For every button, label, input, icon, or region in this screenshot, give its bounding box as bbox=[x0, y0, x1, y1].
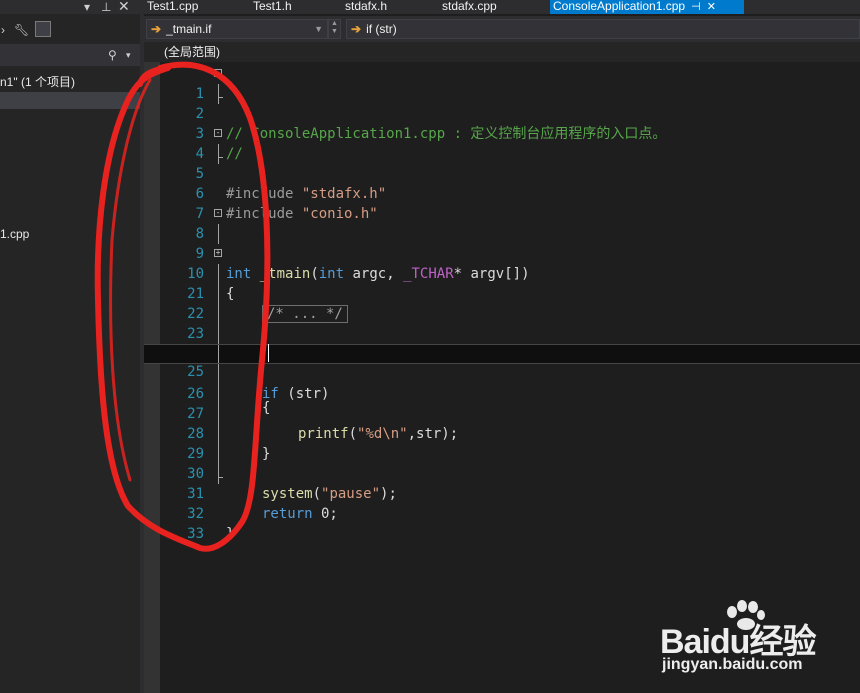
fold-guide bbox=[218, 464, 223, 484]
global-scope-label: (全局范围) bbox=[164, 45, 220, 59]
code-line[interactable]: 2 // bbox=[144, 84, 860, 162]
arrow-right-icon: ➔ bbox=[351, 22, 362, 36]
global-scope-bar[interactable]: (全局范围) bbox=[144, 42, 860, 62]
code-line-current[interactable]: 25 { bbox=[144, 344, 860, 416]
code-line[interactable]: 27 } bbox=[144, 384, 860, 462]
close-icon[interactable]: ✕ bbox=[118, 0, 130, 13]
close-icon[interactable]: ✕ bbox=[707, 1, 716, 13]
view-icon[interactable] bbox=[35, 21, 51, 37]
selected-tree-row[interactable] bbox=[0, 92, 140, 109]
scope-dropdown-value: if (str) bbox=[366, 22, 397, 36]
watermark-url: jingyan.baidu.com bbox=[662, 656, 803, 673]
code-line[interactable]: 8 int _tmain(int argc, _TCHAR* argv[]) bbox=[144, 204, 860, 282]
fold-guide bbox=[218, 384, 219, 404]
pin-icon[interactable]: ⊣ bbox=[691, 1, 701, 13]
tab-test1-h[interactable]: Test1.h bbox=[250, 0, 295, 14]
chevron-right-icon[interactable]: › bbox=[1, 23, 5, 37]
fold-guide bbox=[218, 404, 219, 424]
code-line[interactable]: 5 #include "conio.h" bbox=[144, 144, 860, 222]
arrow-right-icon: ➔ bbox=[151, 22, 162, 36]
wrench-icon[interactable]: 🔧︎ bbox=[14, 23, 29, 37]
code-line[interactable]: 32 bbox=[144, 484, 860, 522]
code-line[interactable]: 10 /* ... */ bbox=[144, 244, 860, 323]
code-line[interactable]: 30 return 0; bbox=[144, 444, 860, 522]
dropdown-spinner[interactable]: ▲ ▼ bbox=[328, 19, 341, 39]
navigation-bar: ➔ _tmain.if ▼ ▲ ▼ ➔ if (str) bbox=[144, 16, 860, 42]
code-line[interactable]: 21 bbox=[144, 264, 860, 302]
tab-consoleapplication1-cpp[interactable]: ConsoleApplication1.cpp ⊣ ✕ bbox=[550, 0, 744, 14]
collapse-icon[interactable] bbox=[214, 69, 222, 77]
fold-guide bbox=[218, 264, 219, 284]
solution-explorer-titlebar: ▾ ⊥ ✕ bbox=[0, 0, 140, 14]
solution-search-box[interactable]: ⚲ ▾ bbox=[0, 44, 140, 66]
code-line[interactable]: 6 bbox=[144, 164, 860, 202]
dropdown-icon[interactable]: ▾ bbox=[84, 0, 90, 14]
code-line[interactable]: 1 // ConsoleApplication1.cpp : 定义控制台应用程序… bbox=[144, 64, 860, 142]
baidu-watermark: Baidu经验 jingyan.baidu.com bbox=[660, 600, 860, 690]
tab-test1-cpp[interactable]: Test1.cpp bbox=[144, 0, 201, 14]
code-line[interactable]: 33 bbox=[144, 504, 860, 542]
code-line[interactable]: 22 int str = _getch(); bbox=[144, 284, 860, 362]
fold-guide bbox=[218, 424, 219, 444]
collapse-icon[interactable] bbox=[214, 129, 222, 137]
tab-label: stdafx.h bbox=[345, 0, 388, 13]
code-line[interactable]: 26 printf("%d\n",str); bbox=[144, 364, 860, 442]
chevron-down-icon: ▼ bbox=[314, 24, 323, 34]
tab-label: Test1.h bbox=[253, 0, 292, 13]
search-icon[interactable]: ⚲ bbox=[108, 48, 117, 62]
solution-explorer-toolbar: › 🔧︎ bbox=[0, 18, 140, 42]
code-line[interactable]: 4 #include "stdafx.h" bbox=[144, 124, 860, 202]
file-node[interactable]: 1.cpp bbox=[0, 227, 29, 241]
document-tabs: Test1.cpp Test1.h stdafx.h stdafx.cpp Co… bbox=[144, 0, 860, 14]
tab-stdafx-cpp[interactable]: stdafx.cpp bbox=[439, 0, 500, 14]
text-caret bbox=[268, 344, 269, 362]
code-text: } bbox=[226, 526, 235, 542]
fold-guide bbox=[218, 84, 223, 104]
search-options-icon[interactable]: ▾ bbox=[126, 48, 131, 62]
function-dropdown[interactable]: ➔ _tmain.if ▼ bbox=[146, 19, 328, 39]
tab-label: Test1.cpp bbox=[147, 0, 199, 13]
code-line[interactable]: 3 bbox=[144, 104, 860, 142]
tab-stdafx-h[interactable]: stdafx.h bbox=[342, 0, 390, 14]
fold-guide bbox=[218, 444, 219, 464]
code-line[interactable]: 29 system("pause"); bbox=[144, 424, 860, 502]
code-line[interactable]: 23 bbox=[144, 304, 860, 342]
fold-guide bbox=[218, 304, 219, 324]
expand-icon[interactable] bbox=[214, 249, 222, 257]
code-line[interactable]: 9 { bbox=[144, 224, 860, 302]
solution-node[interactable]: n1" (1 个项目) bbox=[0, 73, 75, 90]
code-line[interactable]: 24 if (str) bbox=[144, 324, 860, 402]
tab-label: ConsoleApplication1.cpp bbox=[553, 0, 686, 13]
code-editor[interactable]: 1 // ConsoleApplication1.cpp : 定义控制台应用程序… bbox=[144, 62, 860, 693]
fold-guide bbox=[218, 364, 219, 384]
code-lines: 1 // ConsoleApplication1.cpp : 定义控制台应用程序… bbox=[144, 64, 860, 542]
pin-icon[interactable]: ⊥ bbox=[101, 0, 111, 14]
fold-guide bbox=[218, 224, 219, 244]
collapse-icon[interactable] bbox=[214, 209, 222, 217]
fold-guide bbox=[218, 345, 219, 363]
code-line[interactable]: 31 } bbox=[144, 464, 860, 542]
line-number: 33 bbox=[187, 526, 204, 542]
fold-guide bbox=[218, 284, 219, 304]
code-line[interactable]: 7 bbox=[144, 184, 860, 222]
fold-guide bbox=[218, 324, 219, 344]
function-dropdown-value: _tmain.if bbox=[166, 22, 212, 36]
fold-guide bbox=[218, 144, 223, 164]
solution-explorer-panel: ▾ ⊥ ✕ › 🔧︎ ⚲ ▾ n1" (1 个项目) 1.cpp bbox=[0, 0, 140, 693]
code-line[interactable]: 28 bbox=[144, 404, 860, 442]
tab-label: stdafx.cpp bbox=[442, 0, 497, 13]
scope-dropdown[interactable]: ➔ if (str) bbox=[346, 19, 860, 39]
